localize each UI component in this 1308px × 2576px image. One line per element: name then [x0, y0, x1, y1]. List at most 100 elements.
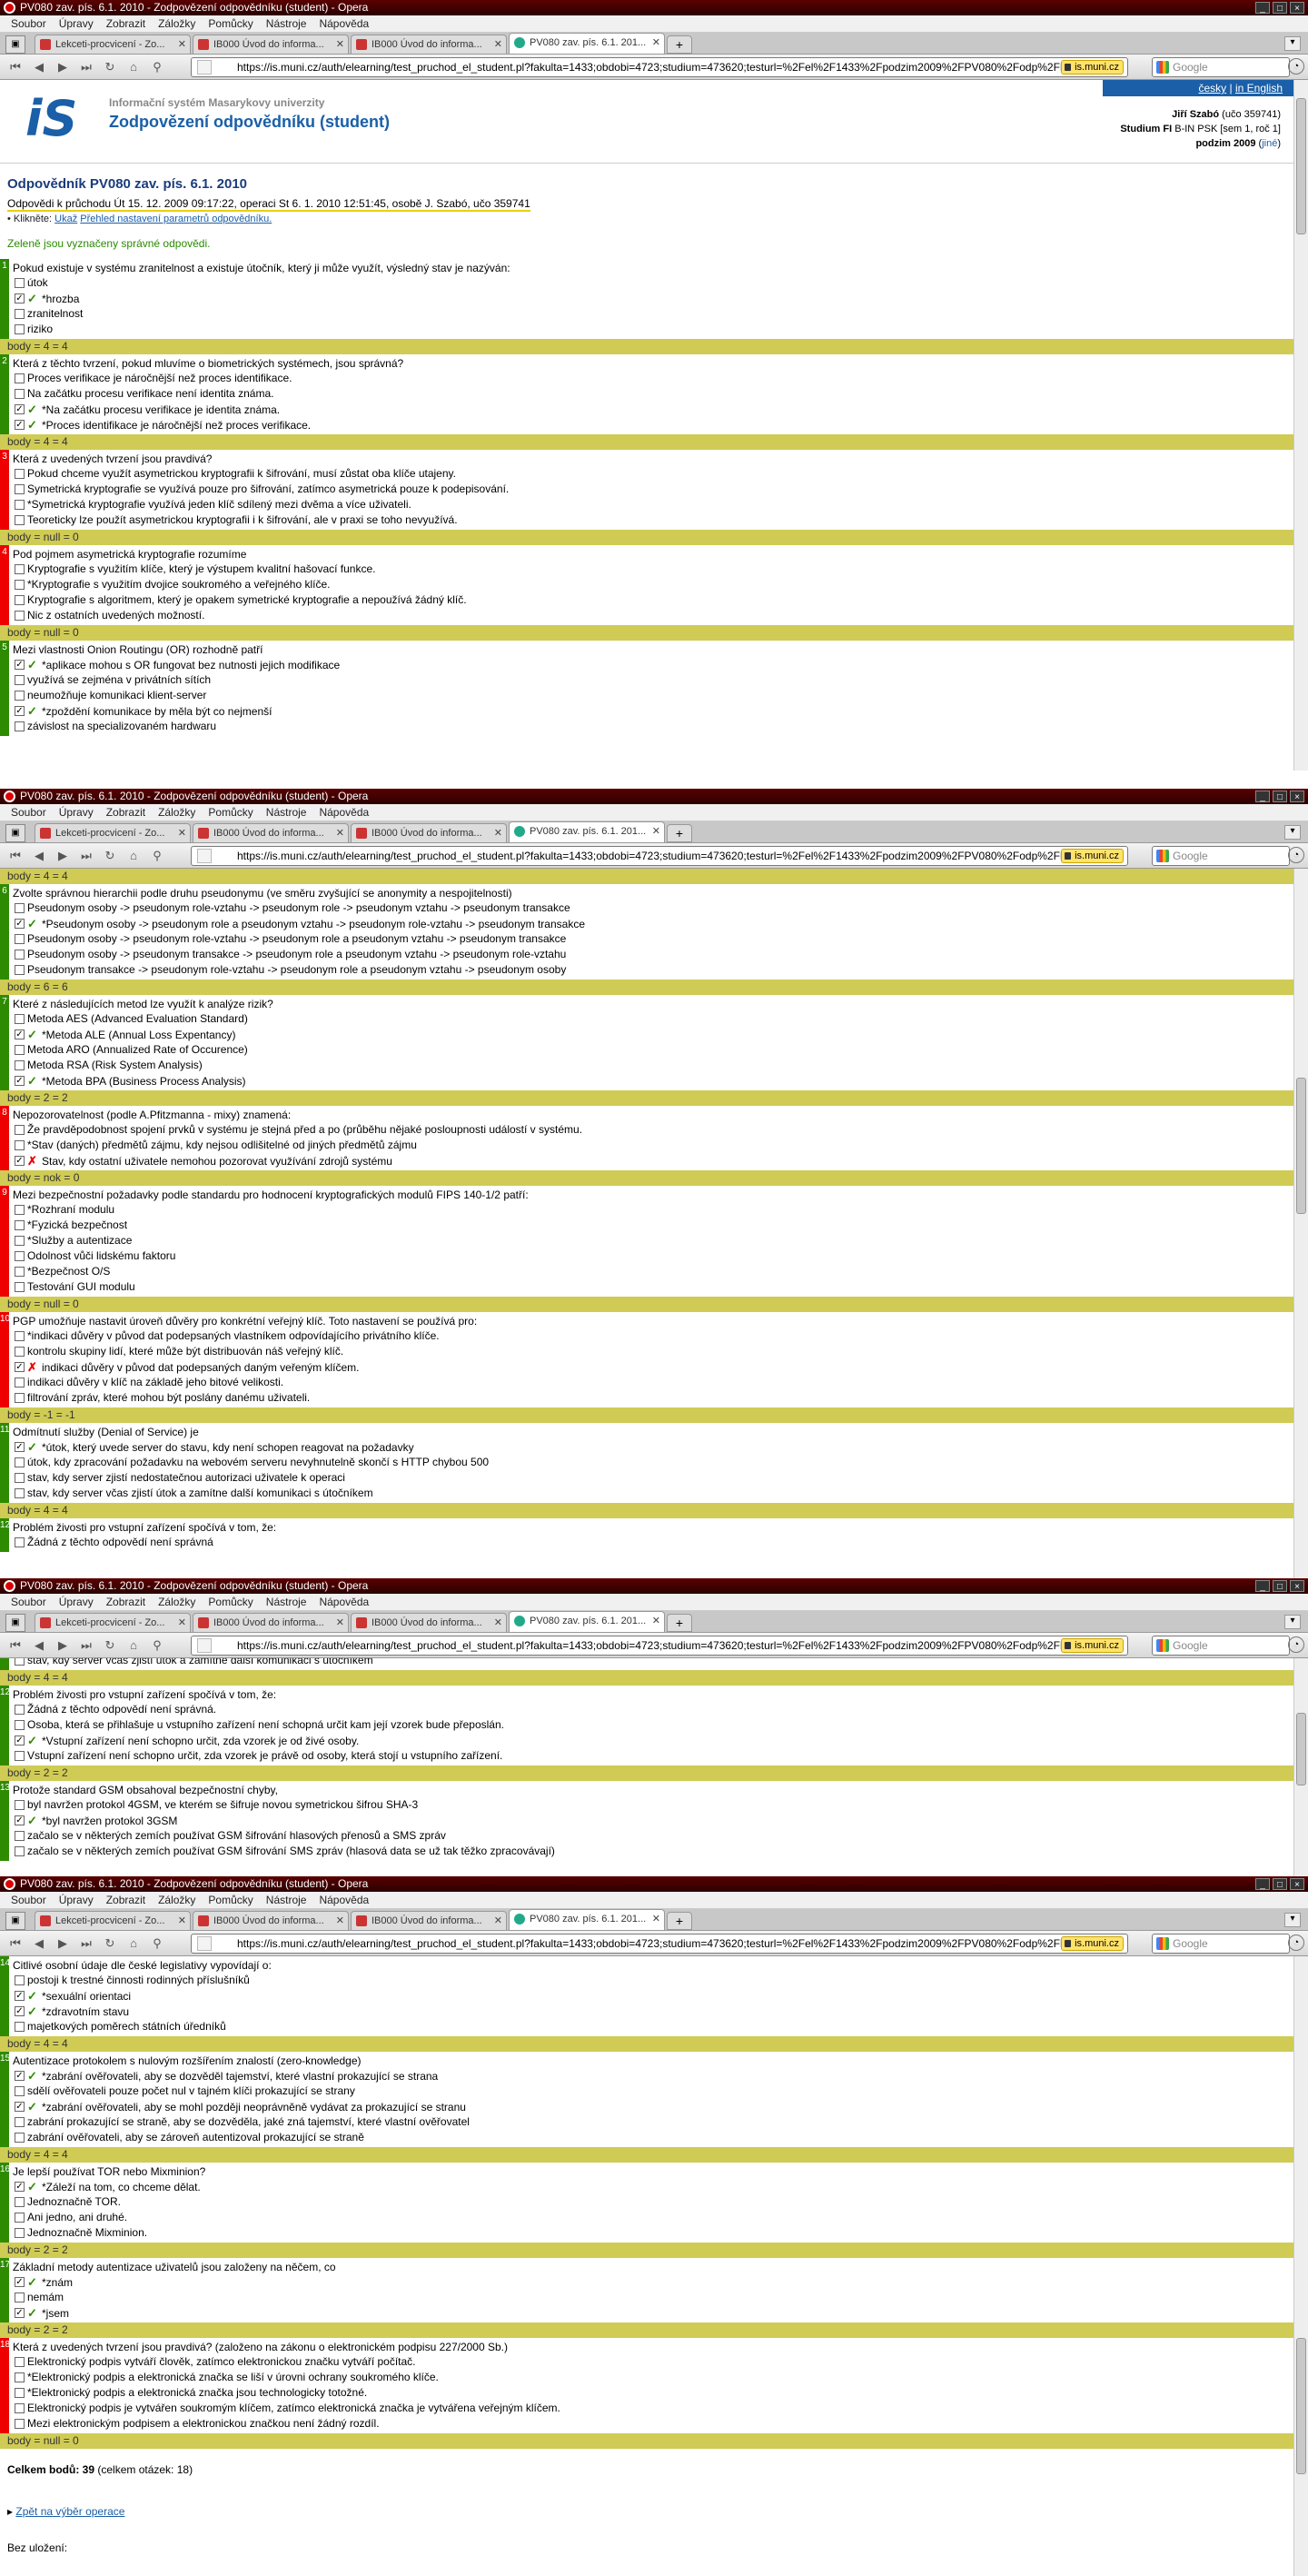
search-input[interactable]: Google — [1152, 1934, 1290, 1954]
page-info-icon[interactable] — [197, 1638, 212, 1653]
search-input[interactable]: Google — [1152, 846, 1290, 866]
scroll-thumb[interactable] — [1296, 2338, 1306, 2474]
tab[interactable]: Lekceti-procvicení - Zo... ✕ — [35, 1613, 191, 1632]
speed-dial-icon[interactable]: ◔ — [1288, 1636, 1304, 1653]
wand-icon[interactable]: ⚲ — [147, 847, 167, 865]
wand-icon[interactable]: ⚲ — [147, 58, 167, 76]
tab-close-icon[interactable]: ✕ — [652, 34, 660, 52]
answer-checkbox[interactable] — [15, 903, 25, 913]
close-icon[interactable]: × — [1290, 791, 1304, 802]
tab-close-icon[interactable]: ✕ — [178, 1614, 186, 1632]
answer-checkbox[interactable] — [15, 1457, 25, 1467]
answer-checkbox[interactable] — [15, 2213, 25, 2223]
new-tab-button[interactable]: + — [667, 35, 692, 54]
back-icon[interactable]: ◀ — [29, 1934, 49, 1953]
answer-checkbox[interactable] — [15, 1014, 25, 1024]
answer-checkbox[interactable] — [15, 1282, 25, 1292]
address-input[interactable]: https://is.muni.cz/auth/elearning/test_p… — [191, 1934, 1128, 1954]
speed-dial-icon[interactable]: ◔ — [1288, 847, 1304, 863]
answer-checkbox-checked[interactable]: ✓ — [15, 420, 25, 430]
answer-checkbox-checked[interactable]: ✓ — [15, 919, 25, 929]
tab-close-icon[interactable]: ✕ — [336, 824, 344, 842]
answer-checkbox[interactable] — [15, 721, 25, 731]
tab-active[interactable]: PV080 zav. pís. 6.1. 201... ✕ — [509, 1909, 665, 1930]
menu-napoveda[interactable]: Nápověda — [315, 15, 372, 32]
show-link[interactable]: Ukaž — [54, 214, 77, 224]
answer-checkbox[interactable] — [15, 1800, 25, 1810]
search-input[interactable]: Google — [1152, 57, 1290, 77]
answer-checkbox[interactable] — [15, 389, 25, 399]
vertical-scrollbar[interactable] — [1293, 1956, 1308, 2576]
tab[interactable]: IB000 Úvod do informa... ✕ — [193, 1613, 349, 1632]
back-to-operations-link[interactable]: Zpět na výběr operace — [15, 2505, 124, 2518]
menu-soubor[interactable]: Soubor — [7, 804, 50, 821]
speed-dial-icon[interactable]: ◔ — [1288, 58, 1304, 75]
answer-checkbox-checked[interactable]: ✓ — [15, 1156, 25, 1166]
security-badge[interactable]: is.muni.cz — [1061, 849, 1124, 863]
menu-upravy[interactable]: Úpravy — [55, 15, 97, 32]
reload-icon[interactable]: ↻ — [100, 847, 120, 865]
answer-checkbox[interactable] — [15, 1140, 25, 1150]
menu-nastroje[interactable]: Nástroje — [263, 1892, 311, 1908]
reload-icon[interactable]: ↻ — [100, 1934, 120, 1953]
tab-close-icon[interactable]: ✕ — [652, 822, 660, 840]
panel-toggle-icon[interactable]: ▣ — [5, 824, 25, 842]
menu-pomucky[interactable]: Pomůcky — [204, 1594, 256, 1610]
tab-close-icon[interactable]: ✕ — [178, 35, 186, 54]
answer-checkbox[interactable] — [15, 580, 25, 590]
answer-checkbox[interactable] — [15, 1720, 25, 1730]
answer-checkbox[interactable] — [15, 2197, 25, 2207]
settings-overview-link[interactable]: Přehled nastavení parametrů odpovědníku. — [80, 214, 272, 224]
answer-checkbox[interactable] — [15, 2228, 25, 2238]
tab[interactable]: Lekceti-procvicení - Zo... ✕ — [35, 1911, 191, 1930]
answer-checkbox[interactable] — [15, 1331, 25, 1341]
answer-checkbox-checked[interactable]: ✓ — [15, 2308, 25, 2318]
answer-checkbox[interactable] — [15, 2388, 25, 2398]
menu-pomucky[interactable]: Pomůcky — [204, 15, 256, 32]
forward-icon[interactable]: ▶ — [53, 58, 73, 76]
tab-list-icon[interactable]: ▾ — [1284, 825, 1301, 840]
answer-checkbox[interactable] — [15, 2086, 25, 2096]
address-input[interactable]: https://is.muni.cz/auth/elearning/test_p… — [191, 846, 1128, 866]
answer-checkbox[interactable] — [15, 2022, 25, 2032]
answer-checkbox[interactable] — [15, 595, 25, 605]
tab-close-icon[interactable]: ✕ — [336, 1614, 344, 1632]
fast-forward-icon[interactable]: ⏭ — [76, 1636, 96, 1655]
maximize-icon[interactable]: □ — [1273, 2, 1287, 14]
answer-checkbox-checked[interactable]: ✓ — [15, 1029, 25, 1039]
minimize-icon[interactable]: _ — [1255, 791, 1270, 802]
home-icon[interactable]: ⌂ — [124, 1934, 144, 1953]
answer-checkbox[interactable] — [15, 2403, 25, 2413]
tab[interactable]: IB000 Úvod do informa... ✕ — [351, 1911, 507, 1930]
rewind-icon[interactable]: ⏮ — [5, 58, 25, 76]
menu-zalozky[interactable]: Záložky — [154, 15, 199, 32]
minimize-icon[interactable]: _ — [1255, 2, 1270, 14]
answer-checkbox[interactable] — [15, 1393, 25, 1403]
tab-close-icon[interactable]: ✕ — [494, 824, 502, 842]
answer-checkbox[interactable] — [15, 564, 25, 574]
tab-close-icon[interactable]: ✕ — [178, 824, 186, 842]
panel-toggle-icon[interactable]: ▣ — [5, 35, 25, 54]
tab-close-icon[interactable]: ✕ — [494, 35, 502, 54]
panel-toggle-icon[interactable]: ▣ — [5, 1614, 25, 1632]
tab-list-icon[interactable]: ▾ — [1284, 36, 1301, 51]
back-icon[interactable]: ◀ — [29, 1636, 49, 1655]
answer-checkbox[interactable] — [15, 484, 25, 494]
rewind-icon[interactable]: ⏮ — [5, 847, 25, 865]
address-input[interactable]: https://is.muni.cz/auth/elearning/test_p… — [191, 57, 1128, 77]
answer-checkbox-checked[interactable]: ✓ — [15, 1815, 25, 1825]
vertical-scrollbar[interactable] — [1293, 869, 1308, 1578]
wand-icon[interactable]: ⚲ — [147, 1636, 167, 1655]
answer-checkbox[interactable] — [15, 1347, 25, 1357]
answer-checkbox-checked[interactable]: ✓ — [15, 2182, 25, 2192]
fast-forward-icon[interactable]: ⏭ — [76, 58, 96, 76]
panel-toggle-icon[interactable]: ▣ — [5, 1912, 25, 1930]
menu-zobrazit[interactable]: Zobrazit — [103, 804, 149, 821]
answer-checkbox[interactable] — [15, 1378, 25, 1387]
tab-close-icon[interactable]: ✕ — [336, 1912, 344, 1930]
new-tab-button[interactable]: + — [667, 1912, 692, 1930]
menu-zobrazit[interactable]: Zobrazit — [103, 15, 149, 32]
vertical-scrollbar[interactable] — [1293, 80, 1308, 771]
tab[interactable]: IB000 Úvod do informa... ✕ — [193, 1911, 349, 1930]
tab[interactable]: IB000 Úvod do informa... ✕ — [351, 35, 507, 54]
